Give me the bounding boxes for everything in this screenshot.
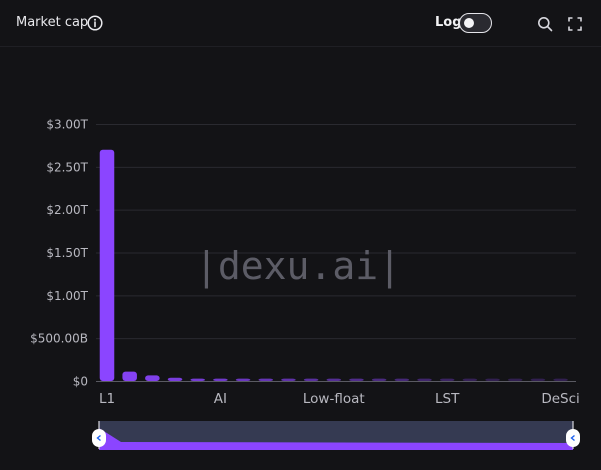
- bar[interactable]: [235, 378, 251, 381]
- bar[interactable]: [99, 149, 115, 381]
- x-tick-label: DeSci: [541, 391, 579, 407]
- bar[interactable]: [326, 378, 342, 381]
- bar[interactable]: [190, 378, 205, 381]
- x-tick-label: LST: [435, 391, 460, 407]
- bar[interactable]: [258, 378, 274, 381]
- bar[interactable]: [145, 375, 160, 381]
- bar[interactable]: [530, 378, 546, 381]
- bar[interactable]: [439, 378, 455, 381]
- data-zoom-slider[interactable]: [92, 421, 580, 450]
- bar[interactable]: [213, 378, 228, 381]
- bar[interactable]: [417, 378, 432, 381]
- x-tick-label: L1: [99, 391, 115, 407]
- bar[interactable]: [303, 378, 319, 381]
- slider-handle-right[interactable]: [566, 429, 580, 447]
- bar[interactable]: [462, 378, 478, 381]
- y-tick-label: $1.50T: [46, 246, 88, 260]
- watermark: |dexu.ai|: [195, 244, 401, 289]
- y-tick-label: $3.00T: [46, 118, 88, 132]
- bar[interactable]: [122, 371, 137, 381]
- bar[interactable]: [349, 378, 364, 381]
- slider-handle-left[interactable]: [92, 429, 106, 447]
- y-tick-label: $0: [73, 375, 88, 389]
- bar[interactable]: [281, 378, 296, 381]
- market-cap-chart: |dexu.ai| $0 $500.00B $1.00T $1.50T $2.00T $2…: [30, 118, 580, 450]
- bar[interactable]: [507, 378, 523, 381]
- y-tick-label: $500.00B: [30, 332, 88, 346]
- x-tick-label: AI: [214, 391, 227, 407]
- bar[interactable]: [371, 378, 387, 381]
- bar[interactable]: [553, 378, 568, 381]
- y-tick-label: $2.50T: [46, 160, 88, 174]
- x-tick-label: Low-float: [303, 391, 365, 407]
- bar[interactable]: [485, 378, 500, 381]
- y-tick-label: $1.00T: [46, 289, 88, 303]
- bar[interactable]: [167, 377, 183, 381]
- bar[interactable]: [394, 378, 410, 381]
- y-tick-label: $2.00T: [46, 203, 88, 217]
- grid-lines: [96, 124, 576, 340]
- y-axis-labels: $0 $500.00B $1.00T $1.50T $2.00T $2.50T $3.00T: [30, 118, 89, 389]
- x-axis-labels: L1 AI Low-float LST DeSci: [99, 391, 580, 407]
